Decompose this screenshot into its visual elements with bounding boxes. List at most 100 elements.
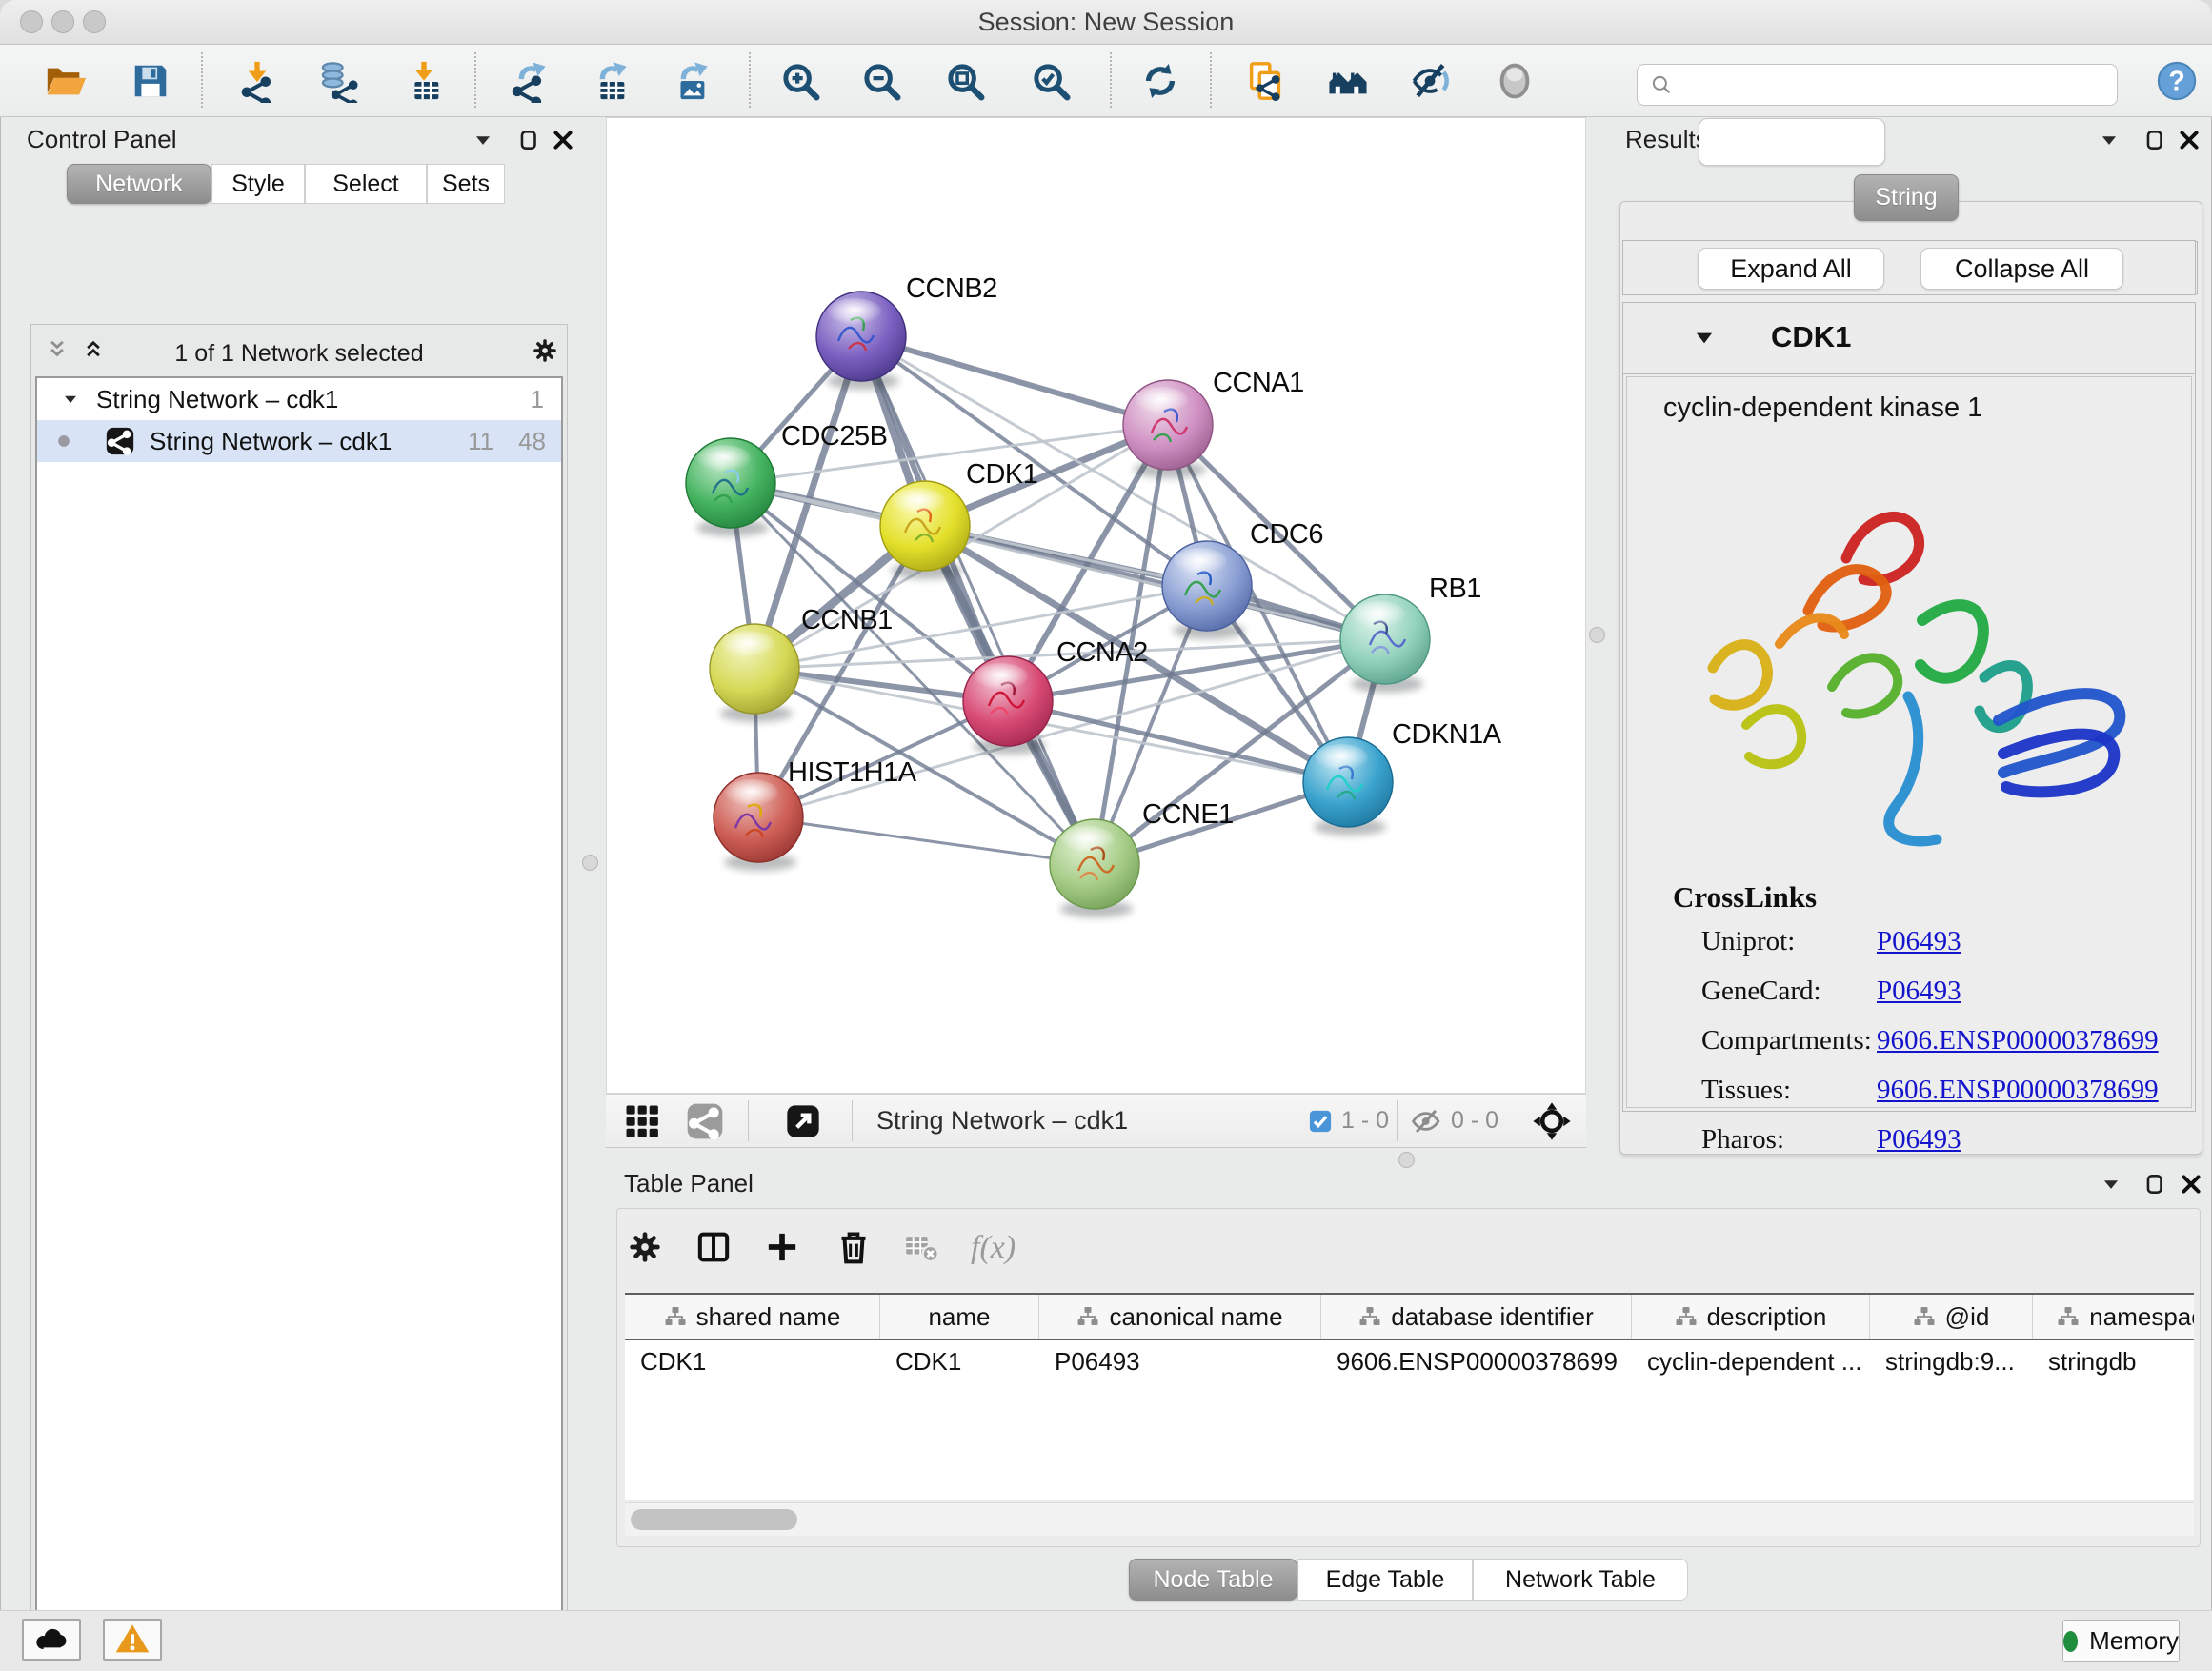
expand-all-button[interactable]: Expand All: [1698, 248, 1884, 290]
float-panel-icon[interactable]: [2142, 128, 2167, 152]
open-button[interactable]: [39, 55, 90, 107]
eye-disabled-button[interactable]: [1489, 55, 1540, 107]
search-input[interactable]: [1681, 70, 2117, 99]
network-edge[interactable]: [861, 336, 1168, 425]
table-cell[interactable]: CDK1: [880, 1347, 1039, 1377]
import-database-button[interactable]: [312, 55, 364, 107]
open-external-icon[interactable]: [784, 1102, 822, 1140]
table-cell[interactable]: 9606.ENSP00000378699: [1321, 1347, 1632, 1377]
float-panel-icon[interactable]: [516, 128, 541, 152]
crosslink-label: GeneCard:: [1701, 976, 1821, 1007]
network-view-canvas[interactable]: CCNB2 CCNA1 CDC25B CDK1 CDC6: [606, 117, 1586, 1094]
tab-select[interactable]: Select: [305, 164, 427, 204]
protein-structure-image: [1646, 492, 2170, 863]
network-node-CCNA1[interactable]: CCNA1: [1123, 368, 1304, 478]
crosslinks-title: CrossLinks: [1673, 880, 1817, 915]
plus-button[interactable]: [757, 1222, 807, 1272]
network-tree-item[interactable]: String Network – cdk1 1: [37, 378, 561, 420]
tab-network-table[interactable]: Network Table: [1473, 1559, 1688, 1601]
column-header-namespace[interactable]: namespace: [2033, 1295, 2194, 1339]
column-header-name[interactable]: name: [880, 1295, 1039, 1339]
left-splitter-handle[interactable]: [582, 855, 598, 871]
table-cell[interactable]: stringdb: [2033, 1347, 2194, 1377]
crosslink-link[interactable]: P06493: [1877, 976, 1961, 1007]
network-node-CCNB2[interactable]: CCNB2: [816, 273, 997, 390]
warnings-button[interactable]: [103, 1619, 162, 1661]
refresh-button[interactable]: [1135, 55, 1186, 107]
crosslink-label: Tissues:: [1701, 1075, 1791, 1106]
close-panel-icon[interactable]: [2177, 128, 2202, 152]
export-network-button[interactable]: [503, 55, 554, 107]
network-node-CCNE1[interactable]: CCNE1: [1050, 799, 1234, 917]
zoom-out-button[interactable]: [855, 55, 907, 107]
network-tree-item[interactable]: String Network – cdk1 11 48: [37, 420, 561, 462]
export-image-button[interactable]: [665, 55, 716, 107]
import-table-button[interactable]: [398, 55, 450, 107]
tab-edge-table[interactable]: Edge Table: [1297, 1559, 1473, 1601]
close-panel-icon[interactable]: [551, 128, 575, 152]
network-node-CDKN1A[interactable]: CDKN1A: [1303, 719, 1502, 836]
collapse-triangle-icon[interactable]: [1692, 326, 1717, 351]
memory-button[interactable]: Memory: [2062, 1620, 2180, 1662]
hidden-eye-icon[interactable]: [1409, 1104, 1443, 1138]
grid-overview-icon[interactable]: [621, 1100, 663, 1142]
cloud-button[interactable]: [22, 1619, 81, 1661]
column-header-canonical-name[interactable]: canonical name: [1039, 1295, 1321, 1339]
close-panel-icon[interactable]: [2179, 1172, 2203, 1197]
gear-button[interactable]: [620, 1222, 670, 1272]
gene-details: cyclin-dependent kinase 1 CrossLinks Uni…: [1626, 376, 2192, 1108]
warning-icon: [113, 1621, 151, 1659]
network-node-HIST1H1A[interactable]: HIST1H1A: [714, 757, 917, 871]
panel-menu-icon[interactable]: [471, 128, 495, 152]
zoom-fit-button[interactable]: [939, 55, 991, 107]
help-button[interactable]: ?: [2151, 55, 2202, 107]
column-header-database-identifier[interactable]: database identifier: [1321, 1295, 1632, 1339]
save-button[interactable]: [125, 55, 176, 107]
crosslink-link[interactable]: 9606.ENSP00000378699: [1877, 1025, 2159, 1057]
table-cell[interactable]: P06493: [1039, 1347, 1321, 1377]
tab-string[interactable]: String: [1854, 174, 1959, 221]
trash-button[interactable]: [829, 1222, 878, 1272]
column-header--id[interactable]: @id: [1870, 1295, 2033, 1339]
crosslink-link[interactable]: 9606.ENSP00000378699: [1877, 1075, 2159, 1106]
gene-section-header[interactable]: CDK1: [1623, 303, 2195, 374]
table-hscrollbar[interactable]: [625, 1502, 2194, 1536]
panel-menu-icon[interactable]: [2097, 128, 2122, 152]
network-node-RB1[interactable]: RB1: [1340, 574, 1481, 693]
network-edge[interactable]: [758, 817, 1095, 864]
gear-icon[interactable]: [531, 336, 559, 365]
expand-triangle-icon[interactable]: [60, 389, 81, 410]
network-node-CDK1[interactable]: CDK1: [880, 459, 1037, 579]
panel-menu-icon[interactable]: [2099, 1172, 2123, 1197]
columns-button[interactable]: [689, 1222, 738, 1272]
table-row[interactable]: CDK1CDK1P064939606.ENSP00000378699cyclin…: [625, 1340, 2194, 1382]
eye-slash-button[interactable]: [1405, 55, 1457, 107]
selection-checkbox-icon[interactable]: [1307, 1108, 1334, 1135]
collapse-all-button[interactable]: Collapse All: [1920, 248, 2123, 290]
crosshair-icon[interactable]: [1532, 1101, 1572, 1141]
column-header-description[interactable]: description: [1632, 1295, 1870, 1339]
export-table-button[interactable]: [584, 55, 635, 107]
search-box[interactable]: [1637, 64, 2118, 106]
tab-style[interactable]: Style: [211, 164, 305, 204]
houses-button[interactable]: [1322, 55, 1374, 107]
cytoscape-window: Session: New Session ? Control Panel Net…: [0, 0, 2212, 1671]
tab-network[interactable]: Network: [67, 164, 211, 204]
zoom-selected-button[interactable]: [1025, 55, 1076, 107]
hscrollbar-thumb[interactable]: [631, 1509, 797, 1530]
zoom-in-button[interactable]: [774, 55, 826, 107]
crosslink-link[interactable]: P06493: [1877, 926, 1961, 957]
table-cell[interactable]: stringdb:9...: [1870, 1347, 2033, 1377]
tab-sets[interactable]: Sets: [427, 164, 505, 204]
table-cell[interactable]: CDK1: [625, 1347, 880, 1377]
crosslink-link[interactable]: P06493: [1877, 1124, 1961, 1156]
clone-network-button[interactable]: [1239, 55, 1291, 107]
tab-node-table[interactable]: Node Table: [1129, 1559, 1297, 1601]
network-node-CDC25B[interactable]: CDC25B: [686, 421, 887, 536]
right-splitter-handle[interactable]: [1589, 627, 1605, 643]
share-network-icon[interactable]: [684, 1100, 726, 1142]
import-network-button[interactable]: [231, 55, 283, 107]
column-header-shared-name[interactable]: shared name: [625, 1295, 880, 1339]
float-panel-icon[interactable]: [2142, 1172, 2167, 1197]
table-cell[interactable]: cyclin-dependent ...: [1632, 1347, 1870, 1377]
